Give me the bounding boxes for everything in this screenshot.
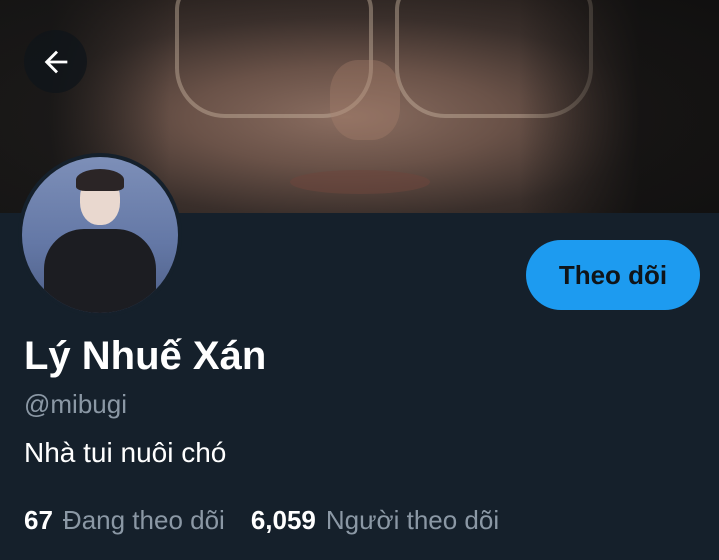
avatar-image (22, 157, 178, 313)
user-handle: @mibugi (24, 389, 127, 419)
banner-detail-center (330, 60, 400, 140)
avatar[interactable] (18, 153, 182, 317)
following-link[interactable]: 67 Đang theo dõi (24, 505, 225, 536)
followers-count: 6,059 (250, 505, 316, 535)
arrow-left-icon (44, 50, 67, 73)
avatar-figure-body (44, 229, 156, 313)
banner-detail-lower (290, 170, 430, 194)
profile-stats: 67 Đang theo dõi 6,059 Người theo dõi (24, 505, 525, 536)
following-label: Đang theo dõi (62, 505, 225, 535)
followers-label: Người theo dõi (325, 505, 500, 535)
avatar-figure-hair (76, 169, 124, 191)
followers-link[interactable]: 6,059 Người theo dõi (251, 505, 499, 536)
back-button[interactable] (24, 30, 87, 93)
banner-shade-right (519, 0, 719, 213)
following-count: 67 (24, 505, 53, 535)
user-bio: Nhà tui nuôi chó (24, 437, 227, 468)
follow-button[interactable]: Theo dõi (526, 240, 700, 310)
display-name: Lý Nhuế Xán (24, 334, 267, 378)
